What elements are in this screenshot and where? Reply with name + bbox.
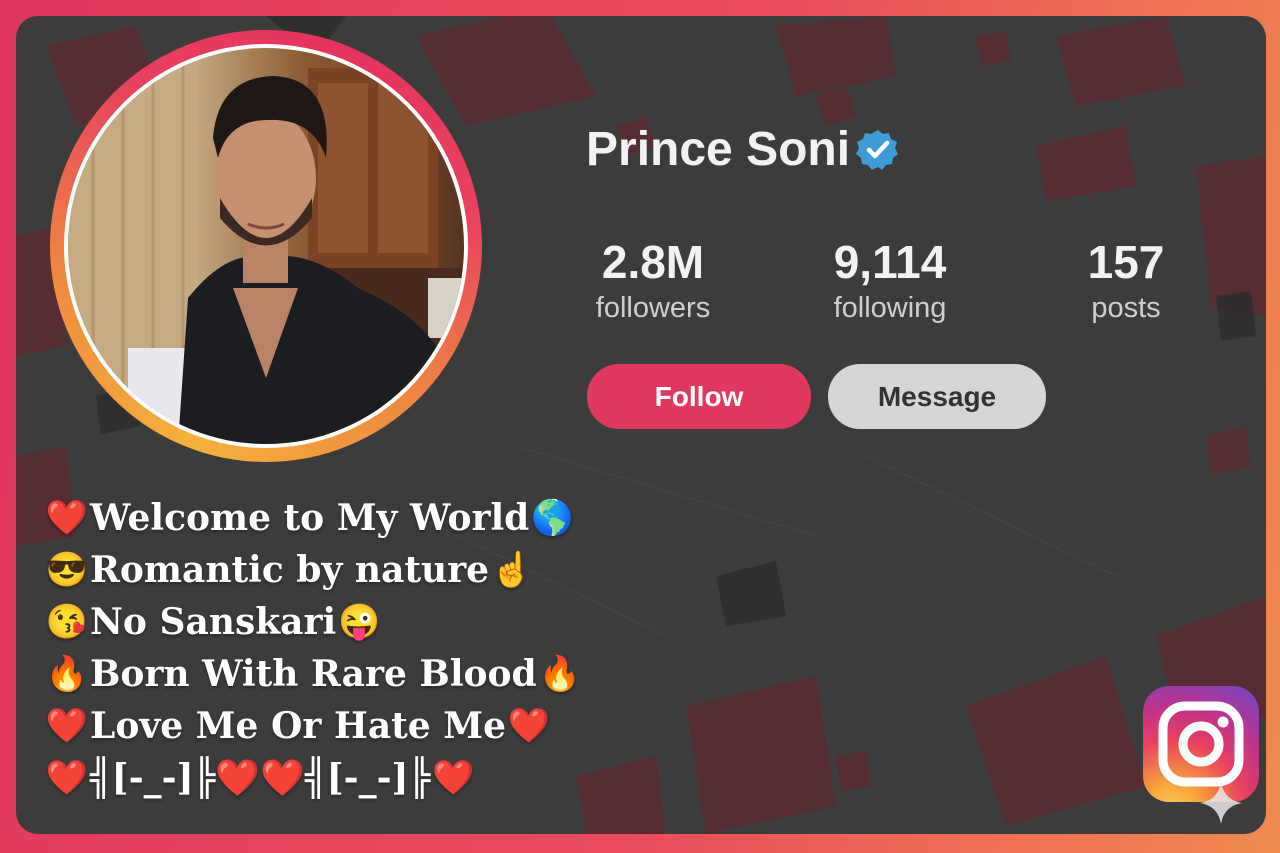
bio-text: Love Me Or Hate Me — [90, 705, 506, 747]
bio-line: ❤️ Welcome to My World 🌎 — [44, 492, 583, 544]
bio-text: Welcome to My World — [90, 497, 530, 539]
avatar[interactable] — [68, 48, 464, 444]
bio-emoji: ❤️ — [507, 706, 551, 746]
bio-line: ❤️ Love Me Or Hate Me ❤️ — [44, 700, 583, 752]
follow-button[interactable]: Follow — [587, 364, 811, 429]
bio: ❤️ Welcome to My World 🌎 😎 Romantic by na… — [44, 492, 583, 804]
bio-emoji: 😎 — [45, 550, 89, 590]
bio-text: ╣[-_-]╠❤️❤️╣[-_-]╠ — [90, 757, 431, 799]
bio-emoji: 🔥 — [538, 654, 581, 694]
profile-name: Prince Soni — [586, 123, 851, 176]
bio-line: 😎 Romantic by nature ☝️ — [44, 544, 583, 596]
verified-badge-icon — [856, 129, 899, 170]
bio-emoji: 😘 — [45, 602, 89, 642]
bio-emoji: ☝️ — [490, 550, 534, 590]
bio-emoji: 😜 — [337, 602, 381, 642]
following-count: 9,114 — [833, 236, 947, 288]
bio-emoji: ❤️ — [432, 758, 475, 798]
message-button[interactable]: Message — [828, 364, 1046, 429]
bio-text: Born With Rare Blood — [90, 653, 537, 695]
bio-line: 🔥 Born With Rare Blood 🔥 — [44, 648, 583, 700]
following-stat[interactable]: 9,114 following — [820, 236, 960, 328]
bio-emoji: ❤️ — [45, 706, 89, 746]
sparkle-icon — [1200, 782, 1242, 824]
avatar-illustration — [68, 48, 464, 444]
bio-emoji: ❤️ — [45, 498, 89, 538]
followers-label: followers — [595, 292, 711, 324]
posts-stat[interactable]: 157 posts — [1080, 236, 1172, 328]
bio-line: ❤️ ╣[-_-]╠❤️❤️╣[-_-]╠ ❤️ — [44, 752, 583, 804]
following-label: following — [833, 292, 947, 324]
bio-text: Romantic by nature — [90, 549, 490, 591]
followers-count: 2.8M — [601, 236, 705, 288]
followers-stat[interactable]: 2.8M followers — [585, 236, 721, 328]
posts-label: posts — [1091, 292, 1161, 324]
bio-emoji: 🔥 — [45, 654, 89, 694]
profile-header: Prince Soni — [586, 122, 900, 177]
bio-text: No Sanskari — [90, 601, 337, 643]
bio-emoji: ❤️ — [45, 758, 89, 798]
posts-count: 157 — [1087, 236, 1165, 288]
bio-emoji: 🌎 — [531, 498, 574, 538]
bio-line: 😘 No Sanskari 😜 — [44, 596, 583, 648]
